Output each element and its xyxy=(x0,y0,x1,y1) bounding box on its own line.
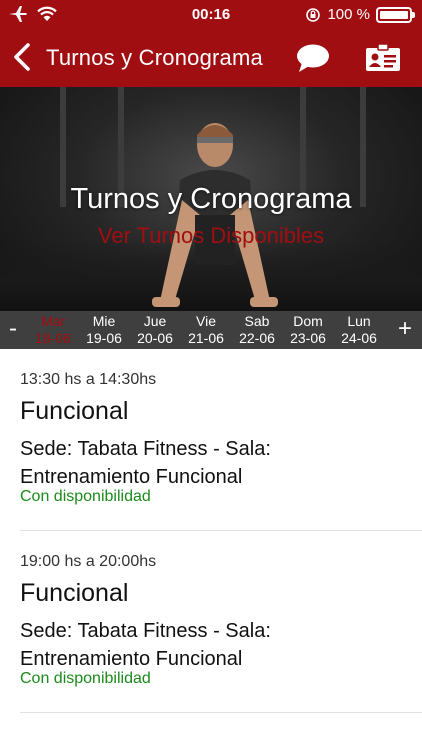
status-right: 100 % xyxy=(305,6,415,23)
day-name: Dom xyxy=(293,313,323,329)
day-date: 23-06 xyxy=(290,330,326,346)
day-date: 18-06 xyxy=(35,330,71,346)
session-time: 19:00 hs a 20:00hs xyxy=(20,553,157,570)
day-selector: - Mar 18-06 Mie 19-06 Jue 20-06 Vie 21-0… xyxy=(0,311,422,349)
day-date: 22-06 xyxy=(239,330,275,346)
session-class-name: Funcional xyxy=(20,397,129,425)
session-availability: Con disponibilidad xyxy=(20,670,151,687)
session-item[interactable]: 13:30 hs a 14:30hs Funcional Sede: Tabat… xyxy=(0,349,422,531)
day-tab-dom[interactable]: Dom 23-06 xyxy=(283,313,333,347)
session-class-name: Funcional xyxy=(20,579,129,607)
battery-icon xyxy=(376,6,415,23)
day-tab-lun[interactable]: Lun 24-06 xyxy=(334,313,384,347)
contact-card-icon[interactable] xyxy=(364,42,402,74)
day-date: 21-06 xyxy=(188,330,224,346)
session-location: Sede: Tabata Fitness - Sala: Entrenamien… xyxy=(20,620,271,670)
day-date: 24-06 xyxy=(341,330,377,346)
available-shifts-link[interactable]: Ver Turnos Disponibles xyxy=(0,223,422,249)
hero-banner: Turnos y Cronograma Ver Turnos Disponibl… xyxy=(0,87,422,311)
status-bar: 00:16 100 % xyxy=(0,0,422,30)
list-divider xyxy=(20,712,422,713)
day-name: Vie xyxy=(196,313,216,329)
day-name: Lun xyxy=(347,313,371,329)
session-item[interactable]: 19:00 hs a 20:00hs Funcional Sede: Tabat… xyxy=(0,531,422,713)
day-name: Mar xyxy=(40,313,66,329)
hero-title: Turnos y Cronograma xyxy=(70,183,352,215)
session-location: Sede: Tabata Fitness - Sala: Entrenamien… xyxy=(20,438,271,488)
day-date: 19-06 xyxy=(86,330,122,346)
day-tab-vie[interactable]: Vie 21-06 xyxy=(181,313,231,347)
previous-days-button[interactable]: - xyxy=(3,317,23,343)
next-days-button[interactable]: + xyxy=(395,317,415,343)
chat-bubble-icon[interactable] xyxy=(294,41,332,75)
day-name: Jue xyxy=(143,313,167,329)
day-tab-mie[interactable]: Mie 19-06 xyxy=(79,313,129,347)
day-tab-jue[interactable]: Jue 20-06 xyxy=(130,313,180,347)
day-tab-sab[interactable]: Sab 22-06 xyxy=(232,313,282,347)
battery-percent: 100 % xyxy=(327,6,370,23)
day-date: 20-06 xyxy=(137,330,173,346)
navigation-bar: Turnos y Cronograma xyxy=(0,30,422,87)
rotation-lock-icon xyxy=(306,7,321,22)
day-tab-mar[interactable]: Mar 18-06 xyxy=(28,313,78,347)
session-time: 13:30 hs a 14:30hs xyxy=(20,371,157,388)
day-name: Sab xyxy=(244,313,270,329)
day-name: Mie xyxy=(92,313,116,329)
session-availability: Con disponibilidad xyxy=(20,488,151,505)
page-title: Turnos y Cronograma xyxy=(46,45,263,70)
back-chevron-icon[interactable] xyxy=(8,40,36,74)
